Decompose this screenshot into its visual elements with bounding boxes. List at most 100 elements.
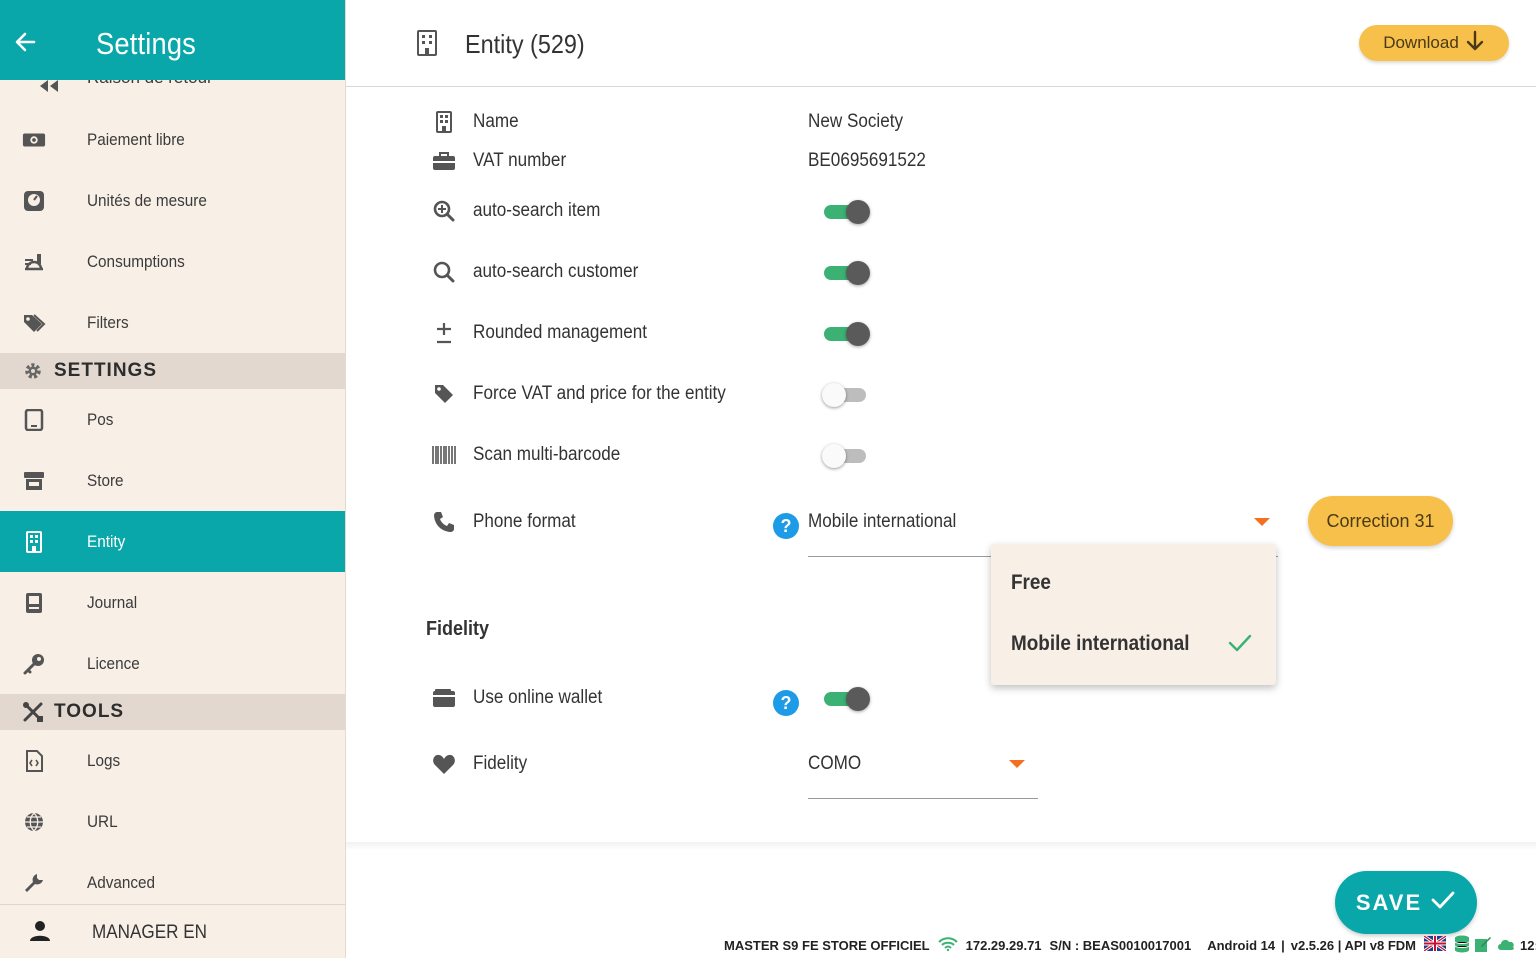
sidebar-item-entity[interactable]: Entity — [0, 511, 345, 572]
status-version: v2.5.26 | API v8 FDM — [1290, 937, 1416, 953]
sidebar-item-label: Paiement libre — [87, 129, 185, 149]
section-header-tools: TOOLS — [0, 694, 345, 730]
sidebar-item-store[interactable]: Store — [0, 450, 345, 511]
rewind-icon — [38, 78, 60, 99]
check-icon — [1227, 632, 1253, 654]
sidebar-item-journal[interactable]: Journal — [0, 572, 345, 633]
uk-flag-icon[interactable] — [1423, 934, 1447, 954]
sidebar-item-url[interactable]: URL — [0, 791, 345, 852]
auto-search-item-label: auto-search item — [473, 200, 601, 221]
food-tray-icon — [22, 250, 46, 274]
sidebar-item-label: Unités de mesure — [87, 190, 207, 210]
scan-multi-barcode-toggle[interactable] — [822, 444, 870, 468]
dropdown-option-free[interactable]: Free — [1011, 571, 1051, 595]
tablet-icon — [22, 408, 46, 432]
database-icon — [1454, 935, 1470, 956]
sidebar-item-label: Licence — [87, 653, 140, 673]
journal-icon — [22, 591, 46, 615]
section-label: SETTINGS — [54, 360, 158, 381]
fidelity-label: Fidelity — [473, 753, 528, 774]
sidebar-title: Settings — [96, 26, 196, 61]
barcode-icon — [430, 441, 458, 469]
cash-icon — [22, 128, 46, 152]
auto-search-customer-toggle[interactable] — [824, 261, 870, 285]
phone-format-dropdown-menu: Free Mobile international — [991, 544, 1276, 685]
correction-button[interactable]: Correction 31 — [1308, 496, 1453, 546]
tools-icon — [22, 701, 44, 723]
save-label: SAVE — [1355, 889, 1423, 915]
building-icon — [22, 530, 46, 554]
online-wallet-label: Use online wallet — [473, 687, 603, 708]
scan-multi-barcode-label: Scan multi-barcode — [473, 444, 621, 465]
row-vat: VAT number BE0695691522 — [346, 141, 1536, 181]
phone-format-help-icon[interactable]: ? — [773, 513, 799, 539]
status-time: 12:19 — [1520, 937, 1536, 953]
vat-value: BE0695691522 — [808, 150, 926, 171]
sidebar-item-label: Pos — [87, 409, 114, 429]
sidebar-item-filters[interactable]: Filters — [0, 292, 345, 353]
status-os: Android 14 — [1207, 937, 1276, 953]
arrow-down-icon — [1465, 30, 1485, 57]
briefcase-icon — [430, 147, 458, 175]
page-title: Entity (529) — [465, 29, 585, 59]
user-icon — [28, 919, 52, 943]
current-user[interactable]: MANAGER EN — [0, 904, 345, 958]
building-icon — [416, 30, 438, 56]
sidebar-item-pos[interactable]: Pos — [0, 389, 345, 450]
scale-icon — [22, 189, 46, 213]
download-label: Download — [1383, 33, 1459, 52]
force-vat-toggle[interactable] — [822, 383, 870, 407]
wallet-icon — [430, 684, 458, 712]
name-label: Name — [473, 111, 519, 132]
row-scan-multi-barcode: Scan multi-barcode — [346, 435, 1536, 475]
auto-search-item-toggle[interactable] — [824, 200, 870, 224]
tags-icon — [22, 311, 46, 335]
name-value: New Society — [808, 111, 904, 132]
phone-format-label: Phone format — [473, 511, 576, 532]
chevron-down-icon — [1254, 518, 1270, 526]
status-ip: 172.29.29.71 — [965, 937, 1042, 953]
heart-icon — [430, 750, 458, 778]
page-header: Entity (529) Download — [346, 0, 1536, 87]
footer-divider — [346, 842, 1536, 850]
sidebar-item-label: Journal — [87, 592, 138, 612]
status-bar: MASTER S9 FE STORE OFFICIEL 172.29.29.71… — [724, 934, 1536, 956]
sidebar-item-paiement-libre[interactable]: Paiement libre — [0, 109, 345, 170]
sidebar-item-unites-de-mesure[interactable]: Unités de mesure — [0, 170, 345, 231]
sidebar-item-label: Logs — [87, 750, 121, 770]
sidebar-item-label: Advanced — [87, 872, 156, 892]
user-name: MANAGER EN — [92, 922, 207, 943]
sidebar-item-consumptions[interactable]: Consumptions — [0, 231, 345, 292]
back-arrow-icon[interactable] — [12, 28, 40, 56]
online-wallet-toggle[interactable] — [824, 687, 870, 711]
save-button[interactable]: SAVE — [1335, 871, 1477, 934]
chevron-down-icon — [1009, 760, 1025, 768]
sidebar-header: Settings — [0, 0, 345, 80]
sidebar: Raison de retour Settings Paiement libre… — [0, 0, 346, 958]
sidebar-item-logs[interactable]: Logs — [0, 730, 345, 791]
edit-icon — [1474, 935, 1492, 956]
sidebar-item-label: Entity — [87, 531, 126, 551]
sidebar-item-label: URL — [87, 811, 118, 831]
online-wallet-help-icon[interactable]: ? — [773, 690, 799, 716]
section-label: TOOLS — [54, 701, 125, 722]
sidebar-item-label: Filters — [87, 312, 129, 332]
row-auto-search-item: auto-search item — [346, 191, 1536, 231]
correction-label: Correction 31 — [1326, 510, 1435, 531]
row-name: Name New Society — [346, 102, 1536, 142]
gear-icon — [22, 360, 44, 382]
fidelity-section-title: Fidelity — [426, 618, 490, 640]
dropdown-option-mobile-international[interactable]: Mobile international — [1011, 632, 1190, 656]
status-device: MASTER S9 FE STORE OFFICIEL — [724, 937, 930, 953]
auto-search-customer-label: auto-search customer — [473, 261, 639, 282]
search-plus-icon — [430, 197, 458, 225]
download-button[interactable]: Download — [1359, 25, 1509, 61]
phone-format-value: Mobile international — [808, 511, 957, 532]
sidebar-item-licence[interactable]: Licence — [0, 633, 345, 694]
fidelity-select[interactable]: COMO — [808, 747, 1038, 799]
cloud-icon — [1496, 937, 1516, 954]
row-auto-search-customer: auto-search customer — [346, 252, 1536, 292]
row-rounded-management: Rounded management — [346, 313, 1536, 353]
globe-icon — [22, 810, 46, 834]
rounded-management-toggle[interactable] — [824, 322, 870, 346]
